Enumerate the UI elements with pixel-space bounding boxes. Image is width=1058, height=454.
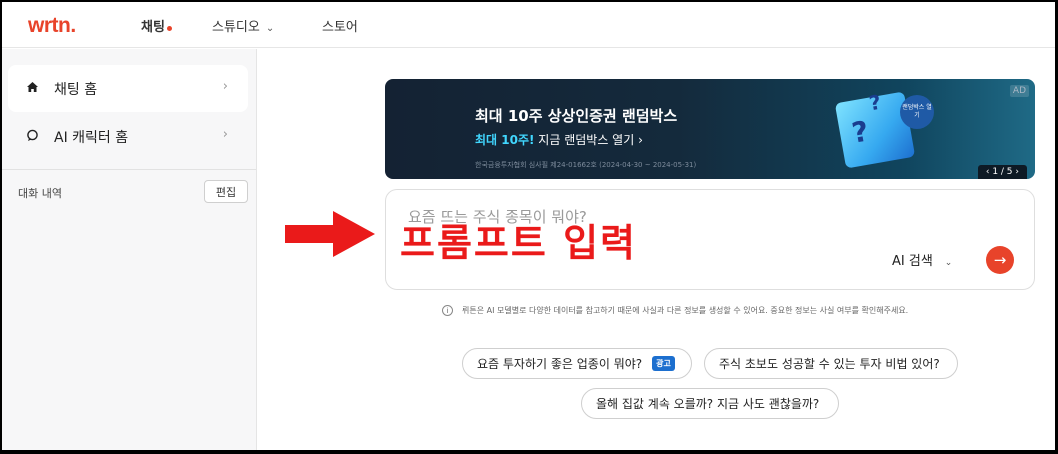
sidebar-divider	[2, 169, 256, 170]
arrow-right-icon: →	[993, 251, 1007, 269]
nav-chat-label: 채팅	[141, 20, 165, 35]
ad-bubble: 랜덤박스 열기	[900, 95, 934, 129]
edit-history-button[interactable]: 편집	[204, 180, 248, 203]
annotation-arrow-icon	[285, 211, 375, 257]
sidebar-item-label: AI 캐릭터 홈	[54, 129, 129, 146]
nav-store-label: 스토어	[322, 20, 358, 35]
ad-fine-print: 한국금융투자협회 심사필 제24-01662호 (2024-04-30 ~ 20…	[475, 161, 697, 169]
annotation-label: 프롬프트 입력	[400, 221, 637, 265]
ad-subtitle: 최대 10주! 지금 랜덤박스 열기 ›	[475, 131, 643, 148]
ai-search-label: AI 검색	[892, 254, 933, 269]
suggestion-chip[interactable]: 올해 집값 계속 오를까? 지금 사도 괜찮을까?	[581, 388, 839, 419]
suggestion-chip[interactable]: 요즘 투자하기 좋은 업종이 뭐야? 광고	[462, 348, 692, 379]
suggestion-label: 주식 초보도 성공할 수 있는 투자 비법 있어?	[719, 357, 940, 371]
ad-pager[interactable]: ‹ 1 / 5 ›	[977, 165, 1027, 179]
chevron-down-icon: ⌄	[265, 23, 275, 34]
ad-tag: 광고	[652, 356, 675, 371]
chevron-right-icon: ›	[222, 127, 228, 142]
nav-store[interactable]: 스토어	[322, 16, 358, 35]
send-button[interactable]: →	[986, 246, 1014, 274]
chevron-right-icon: ›	[222, 79, 228, 94]
chat-bubble-icon	[24, 129, 40, 145]
sidebar: 채팅 홈 › AI 캐릭터 홈 › 대화 내역 편집	[2, 49, 257, 450]
app-window: wrtn. 채팅 스튜디오 ⌄ 스토어 채팅 홈 › AI 캐릭터 홈 › 대화 …	[2, 2, 1055, 450]
sidebar-item-chat-home[interactable]: 채팅 홈 ›	[8, 65, 248, 112]
wrtn-logo[interactable]: wrtn.	[28, 14, 76, 38]
nav-chat[interactable]: 채팅	[141, 16, 172, 35]
top-navigation: wrtn. 채팅 스튜디오 ⌄ 스토어	[2, 2, 1055, 48]
info-icon: i	[442, 305, 453, 316]
suggestion-chip[interactable]: 주식 초보도 성공할 수 있는 투자 비법 있어?	[704, 348, 958, 379]
disclaimer-text: 뤼튼은 AI 모델별로 다양한 데이터를 참고하기 때문에 사실과 다른 정보를…	[462, 306, 909, 315]
ad-title: 최대 10주 상상인증권 랜덤박스	[475, 107, 678, 125]
chevron-down-icon: ⌄	[944, 258, 953, 268]
ad-subtitle-rest: 지금 랜덤박스 열기 ›	[534, 133, 643, 147]
suggestion-label: 요즘 투자하기 좋은 업종이 뭐야?	[477, 357, 643, 371]
ad-badge: AD	[1009, 85, 1029, 97]
ai-search-mode-select[interactable]: AI 검색 ⌄	[892, 250, 952, 269]
active-dot-icon	[166, 26, 172, 31]
sidebar-item-label: 채팅 홈	[54, 81, 98, 98]
history-label: 대화 내역	[18, 187, 62, 200]
ad-banner[interactable]: 최대 10주 상상인증권 랜덤박스 최대 10주! 지금 랜덤박스 열기 › 한…	[385, 79, 1035, 179]
home-icon	[24, 81, 40, 96]
sidebar-item-ai-character-home[interactable]: AI 캐릭터 홈 ›	[8, 113, 248, 160]
suggestion-label: 올해 집값 계속 오를까? 지금 사도 괜찮을까?	[596, 397, 820, 411]
nav-studio-label: 스튜디오	[212, 20, 260, 35]
disclaimer: i 뤼튼은 AI 모델별로 다양한 데이터를 참고하기 때문에 사실과 다른 정…	[442, 305, 908, 316]
ad-subtitle-highlight: 최대 10주!	[475, 133, 535, 147]
nav-studio[interactable]: 스튜디오 ⌄	[212, 16, 274, 35]
